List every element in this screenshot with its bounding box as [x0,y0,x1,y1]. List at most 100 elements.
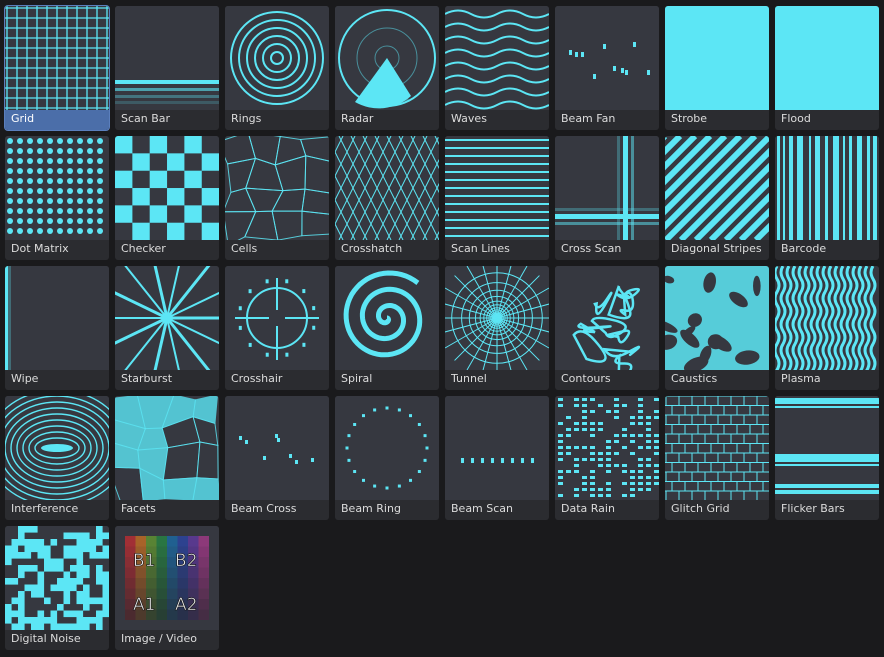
pattern-tile-wipe[interactable]: Wipe [5,266,109,390]
cross-scan-icon [555,136,659,240]
scan-bar-icon [115,6,219,110]
pattern-tile-beam-fan[interactable]: Beam Fan [555,6,659,130]
beam-ring-icon [335,396,439,500]
pattern-tile-beam-cross[interactable]: Beam Cross [225,396,329,520]
pattern-label: Spiral [341,372,373,385]
image-video-icon: B1 B2 A1 A2 [115,526,219,630]
pattern-tile-facets[interactable]: Facets [115,396,219,520]
wipe-icon [5,266,109,370]
pattern-label: Waves [451,112,487,125]
pattern-label: Flood [781,112,811,125]
dot-matrix-icon [5,136,109,240]
pattern-tile-caustics[interactable]: Caustics [665,266,769,390]
pattern-label: Caustics [671,372,718,385]
pattern-tile-scan-lines[interactable]: Scan Lines [445,136,549,260]
pattern-tile-grid[interactable]: Grid [4,5,110,131]
pattern-label: Scan Bar [121,112,171,125]
pattern-tile-flicker-bars[interactable]: Flicker Bars [775,396,879,520]
beam-fan-icon [555,6,659,110]
pattern-label: Facets [121,502,156,515]
pattern-tile-flood[interactable]: Flood [775,6,879,130]
pattern-label: Contours [561,372,611,385]
pattern-tile-dot-matrix[interactable]: Dot Matrix [5,136,109,260]
starburst-icon [115,266,219,370]
pattern-tile-data-rain[interactable]: Data Rain [555,396,659,520]
pattern-label: Rings [231,112,262,125]
flicker-bars-icon [775,396,879,500]
plasma-icon [775,266,879,370]
crosshatch-icon [335,136,439,240]
pattern-tile-rings[interactable]: Rings [225,6,329,130]
flood-icon [775,6,879,110]
pattern-label: Flicker Bars [781,502,845,515]
cells-icon [225,136,329,240]
pattern-label: Crosshatch [341,242,403,255]
pattern-label: Beam Cross [231,502,297,515]
pattern-tile-cross-scan[interactable]: Cross Scan [555,136,659,260]
data-rain-icon [555,396,659,500]
pattern-label: Plasma [781,372,821,385]
pattern-label: Cross Scan [561,242,622,255]
pattern-label: Crosshair [231,372,283,385]
spiral-icon [335,266,439,370]
pattern-label: Strobe [671,112,708,125]
pattern-tile-beam-scan[interactable]: Beam Scan [445,396,549,520]
pattern-tile-spiral[interactable]: Spiral [335,266,439,390]
pattern-tile-cells[interactable]: Cells [225,136,329,260]
pattern-label: Barcode [781,242,827,255]
pattern-tile-beam-ring[interactable]: Beam Ring [335,396,439,520]
caustics-icon [665,266,769,370]
pattern-label: Diagonal Stripes [671,242,762,255]
pattern-tile-waves[interactable]: Waves [445,6,549,130]
pattern-label: Data Rain [561,502,615,515]
pattern-tile-contours[interactable]: Contours [555,266,659,390]
pattern-label: Radar [341,112,374,125]
beam-scan-icon [445,396,549,500]
pattern-label: Starburst [121,372,173,385]
pattern-label: Beam Fan [561,112,616,125]
beam-cross-icon [225,396,329,500]
pattern-tile-diagonal-stripes[interactable]: Diagonal Stripes [665,136,769,260]
thumb-label-b1: B1 [133,551,155,571]
glitch-grid-icon [665,396,769,500]
pattern-tile-strobe[interactable]: Strobe [665,6,769,130]
radar-icon [335,6,439,110]
scan-lines-icon [445,136,549,240]
digital-noise-icon [5,526,109,630]
pattern-tile-digital-noise[interactable]: Digital Noise [5,526,109,650]
pattern-tile-image-video[interactable]: B1 B2 A1 A2 Image / Video [115,526,219,650]
pattern-tile-checker[interactable]: Checker [115,136,219,260]
barcode-icon [775,136,879,240]
pattern-label: Scan Lines [451,242,510,255]
pattern-label: Dot Matrix [11,242,69,255]
pattern-tile-plasma[interactable]: Plasma [775,266,879,390]
grid-icon [5,6,109,110]
checker-icon [115,136,219,240]
pattern-label: Glitch Grid [671,502,730,515]
interference-icon [5,396,109,500]
pattern-label: Beam Ring [341,502,401,515]
pattern-tile-glitch-grid[interactable]: Glitch Grid [665,396,769,520]
pattern-tile-radar[interactable]: Radar [335,6,439,130]
pattern-tile-tunnel[interactable]: Tunnel [445,266,549,390]
pattern-label: Wipe [11,372,39,385]
pattern-label: Beam Scan [451,502,514,515]
pattern-label: Grid [11,112,35,125]
crosshair-icon [225,266,329,370]
pattern-tile-barcode[interactable]: Barcode [775,136,879,260]
pattern-tile-starburst[interactable]: Starburst [115,266,219,390]
thumb-label-a2: A2 [175,595,197,615]
pattern-label: Digital Noise [11,632,81,645]
tunnel-icon [445,266,549,370]
pattern-tile-scan-bar[interactable]: Scan Bar [115,6,219,130]
facets-icon [115,396,219,500]
strobe-icon [665,6,769,110]
pattern-tile-crosshatch[interactable]: Crosshatch [335,136,439,260]
pattern-tile-interference[interactable]: Interference [5,396,109,520]
pattern-tile-crosshair[interactable]: Crosshair [225,266,329,390]
pattern-label: Image / Video [121,632,197,645]
diagonal-stripes-icon [665,136,769,240]
thumb-label-b2: B2 [175,551,197,571]
contours-icon [555,266,659,370]
pattern-label: Cells [231,242,258,255]
